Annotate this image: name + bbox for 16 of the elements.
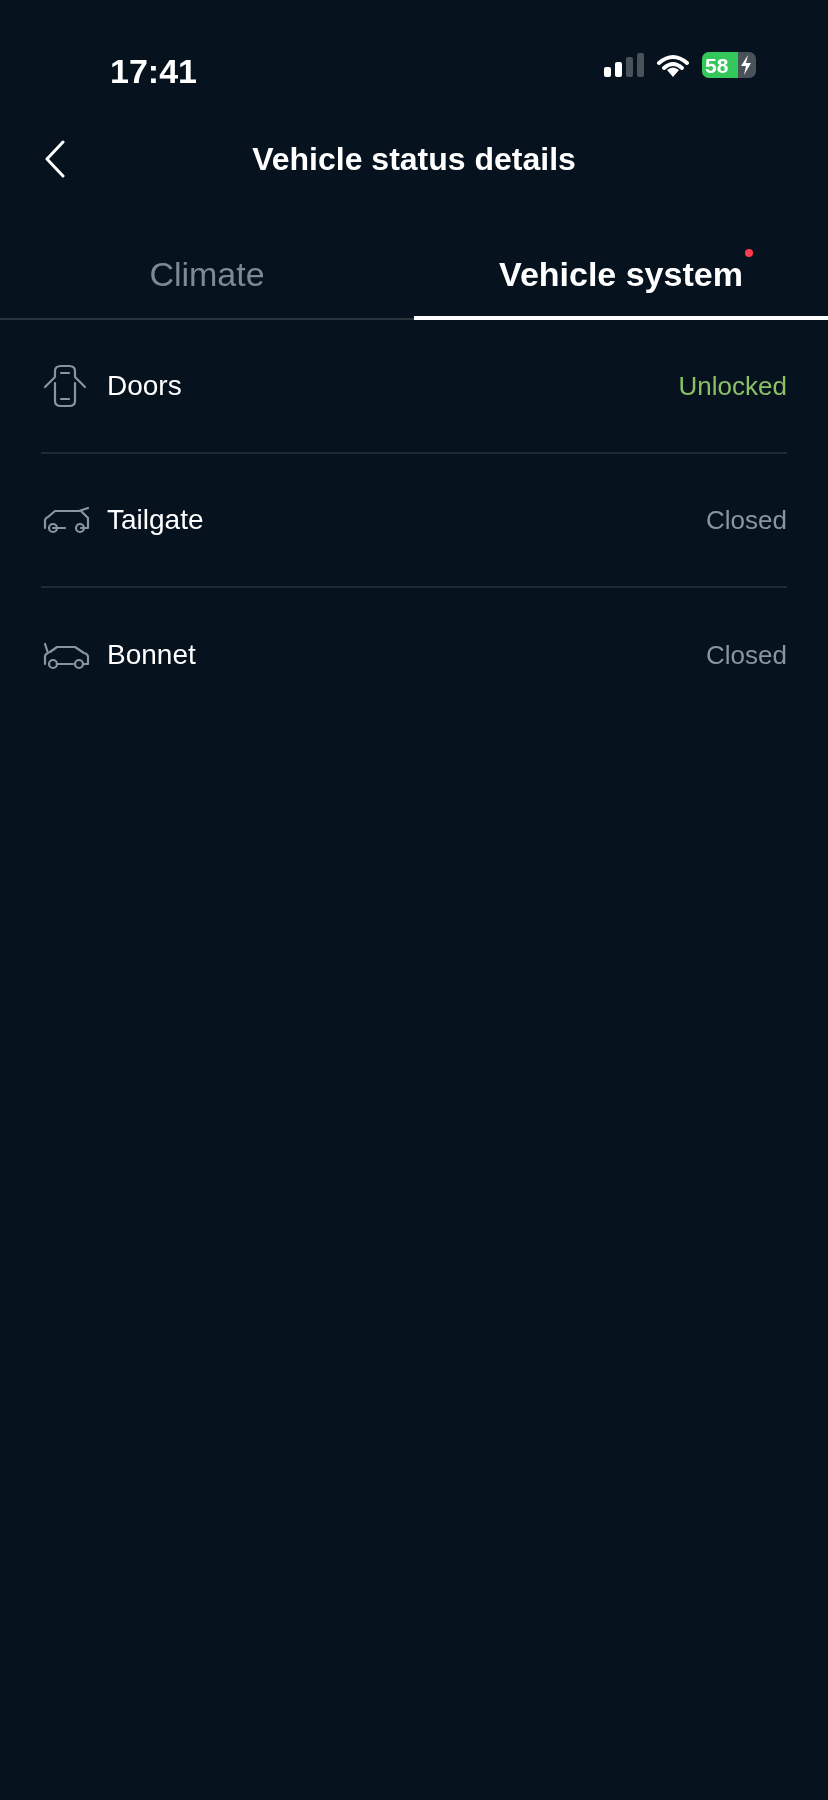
- page-title: Vehicle status details: [252, 140, 576, 179]
- item-status: Unlocked: [678, 369, 787, 403]
- item-status: Closed: [706, 503, 787, 537]
- status-time: 17:41: [110, 51, 197, 92]
- car-door-icon: [41, 363, 89, 409]
- tab[interactable]: Climate: [0, 232, 414, 320]
- car-tailgate-icon: [41, 506, 91, 534]
- wifi-icon: [656, 53, 690, 77]
- car-bonnet-icon: [41, 640, 91, 670]
- tab[interactable]: Vehicle system: [414, 232, 828, 320]
- item-label: Doors: [107, 369, 183, 403]
- item-label: Bonnet: [107, 638, 197, 672]
- battery-indicator: 58: [702, 52, 756, 78]
- item-label: Tailgate: [107, 503, 205, 537]
- item-status: Closed: [706, 638, 787, 672]
- signal-icon: [604, 53, 644, 77]
